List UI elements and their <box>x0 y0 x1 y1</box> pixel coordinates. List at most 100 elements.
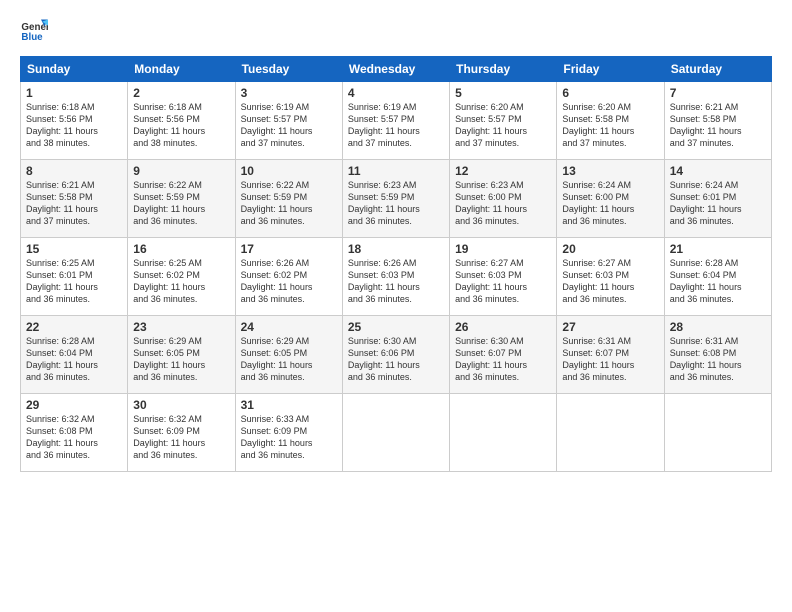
day-number: 29 <box>26 398 122 412</box>
day-number: 2 <box>133 86 229 100</box>
day-number: 5 <box>455 86 551 100</box>
calendar-cell: 14Sunrise: 6:24 AMSunset: 6:01 PMDayligh… <box>664 160 771 238</box>
cell-sunrise: Sunrise: 6:27 AMSunset: 6:03 PMDaylight:… <box>455 258 527 304</box>
calendar-cell: 7 Sunrise: 6:21 AMSunset: 5:58 PMDaylight… <box>664 82 771 160</box>
cell-sunrise: Sunrise: 6:25 AMSunset: 6:01 PMDaylight:… <box>26 258 98 304</box>
cell-sunrise: Sunrise: 6:26 AMSunset: 6:03 PMDaylight:… <box>348 258 420 304</box>
day-number: 26 <box>455 320 551 334</box>
cell-sunrise: Sunrise: 6:28 AMSunset: 6:04 PMDaylight:… <box>670 258 742 304</box>
cell-sunrise: Sunrise: 6:26 AMSunset: 6:02 PMDaylight:… <box>241 258 313 304</box>
calendar-day-header: Monday <box>128 57 235 82</box>
calendar-cell: 13 Sunrise: 6:24 AMSunset: 6:00 PMDayligh… <box>557 160 664 238</box>
cell-sunrise: Sunrise: 6:22 AMSunset: 5:59 PMDaylight:… <box>241 180 313 226</box>
day-number: 9 <box>133 164 229 178</box>
cell-sunrise: Sunrise: 6:24 AMSunset: 6:00 PMDaylight:… <box>562 180 634 226</box>
calendar-cell: 10 Sunrise: 6:22 AMSunset: 5:59 PMDayligh… <box>235 160 342 238</box>
calendar-cell <box>342 394 449 472</box>
cell-sunrise: Sunrise: 6:28 AMSunset: 6:04 PMDaylight:… <box>26 336 98 382</box>
cell-sunrise: Sunrise: 6:25 AMSunset: 6:02 PMDaylight:… <box>133 258 205 304</box>
calendar-cell: 23 Sunrise: 6:29 AMSunset: 6:05 PMDayligh… <box>128 316 235 394</box>
day-number: 16 <box>133 242 229 256</box>
cell-sunrise: Sunrise: 6:23 AMSunset: 6:00 PMDaylight:… <box>455 180 527 226</box>
calendar-week-row: 15 Sunrise: 6:25 AMSunset: 6:01 PMDayligh… <box>21 238 772 316</box>
calendar-cell: 29 Sunrise: 6:32 AMSunset: 6:08 PMDayligh… <box>21 394 128 472</box>
cell-sunrise: Sunrise: 6:19 AMSunset: 5:57 PMDaylight:… <box>348 102 420 148</box>
cell-sunrise: Sunrise: 6:21 AMSunset: 5:58 PMDaylight:… <box>26 180 98 226</box>
calendar-week-row: 22 Sunrise: 6:28 AMSunset: 6:04 PMDayligh… <box>21 316 772 394</box>
calendar-cell: 31 Sunrise: 6:33 AMSunset: 6:09 PMDayligh… <box>235 394 342 472</box>
calendar-cell: 21 Sunrise: 6:28 AMSunset: 6:04 PMDayligh… <box>664 238 771 316</box>
day-number: 22 <box>26 320 122 334</box>
calendar-week-row: 1 Sunrise: 6:18 AMSunset: 5:56 PMDaylight… <box>21 82 772 160</box>
calendar-cell <box>557 394 664 472</box>
day-number: 12 <box>455 164 551 178</box>
day-number: 7 <box>670 86 766 100</box>
calendar-cell: 5Sunrise: 6:20 AMSunset: 5:57 PMDaylight… <box>450 82 557 160</box>
calendar-table: SundayMondayTuesdayWednesdayThursdayFrid… <box>20 56 772 472</box>
calendar-cell: 11Sunrise: 6:23 AMSunset: 5:59 PMDayligh… <box>342 160 449 238</box>
day-number: 18 <box>348 242 444 256</box>
cell-sunrise: Sunrise: 6:32 AMSunset: 6:08 PMDaylight:… <box>26 414 98 460</box>
cell-sunrise: Sunrise: 6:21 AMSunset: 5:58 PMDaylight:… <box>670 102 742 148</box>
cell-sunrise: Sunrise: 6:22 AMSunset: 5:59 PMDaylight:… <box>133 180 205 226</box>
day-number: 28 <box>670 320 766 334</box>
calendar-cell: 26Sunrise: 6:30 AMSunset: 6:07 PMDayligh… <box>450 316 557 394</box>
day-number: 8 <box>26 164 122 178</box>
day-number: 13 <box>562 164 658 178</box>
calendar-cell: 3 Sunrise: 6:19 AMSunset: 5:57 PMDaylight… <box>235 82 342 160</box>
day-number: 27 <box>562 320 658 334</box>
calendar-cell: 8 Sunrise: 6:21 AMSunset: 5:58 PMDaylight… <box>21 160 128 238</box>
cell-sunrise: Sunrise: 6:27 AMSunset: 6:03 PMDaylight:… <box>562 258 634 304</box>
calendar-day-header: Saturday <box>664 57 771 82</box>
day-number: 3 <box>241 86 337 100</box>
calendar-header-row: SundayMondayTuesdayWednesdayThursdayFrid… <box>21 57 772 82</box>
logo: General Blue <box>20 16 52 44</box>
calendar-day-header: Sunday <box>21 57 128 82</box>
cell-sunrise: Sunrise: 6:18 AMSunset: 5:56 PMDaylight:… <box>133 102 205 148</box>
svg-text:Blue: Blue <box>21 32 43 43</box>
calendar-week-row: 29 Sunrise: 6:32 AMSunset: 6:08 PMDayligh… <box>21 394 772 472</box>
calendar-cell: 17 Sunrise: 6:26 AMSunset: 6:02 PMDayligh… <box>235 238 342 316</box>
day-number: 6 <box>562 86 658 100</box>
calendar-week-row: 8 Sunrise: 6:21 AMSunset: 5:58 PMDaylight… <box>21 160 772 238</box>
day-number: 24 <box>241 320 337 334</box>
cell-sunrise: Sunrise: 6:19 AMSunset: 5:57 PMDaylight:… <box>241 102 313 148</box>
calendar-day-header: Tuesday <box>235 57 342 82</box>
calendar-cell: 18 Sunrise: 6:26 AMSunset: 6:03 PMDayligh… <box>342 238 449 316</box>
calendar-cell: 28 Sunrise: 6:31 AMSunset: 6:08 PMDayligh… <box>664 316 771 394</box>
calendar-cell: 30Sunrise: 6:32 AMSunset: 6:09 PMDayligh… <box>128 394 235 472</box>
day-number: 17 <box>241 242 337 256</box>
day-number: 1 <box>26 86 122 100</box>
cell-sunrise: Sunrise: 6:33 AMSunset: 6:09 PMDaylight:… <box>241 414 313 460</box>
calendar-cell: 20 Sunrise: 6:27 AMSunset: 6:03 PMDayligh… <box>557 238 664 316</box>
calendar-day-header: Thursday <box>450 57 557 82</box>
calendar-cell: 12 Sunrise: 6:23 AMSunset: 6:00 PMDayligh… <box>450 160 557 238</box>
calendar-cell: 27Sunrise: 6:31 AMSunset: 6:07 PMDayligh… <box>557 316 664 394</box>
calendar-cell: 16 Sunrise: 6:25 AMSunset: 6:02 PMDayligh… <box>128 238 235 316</box>
day-number: 20 <box>562 242 658 256</box>
calendar-cell: 1Sunrise: 6:18 AMSunset: 5:56 PMDaylight… <box>21 82 128 160</box>
calendar-day-header: Friday <box>557 57 664 82</box>
calendar-cell: 6 Sunrise: 6:20 AMSunset: 5:58 PMDaylight… <box>557 82 664 160</box>
day-number: 21 <box>670 242 766 256</box>
cell-sunrise: Sunrise: 6:20 AMSunset: 5:58 PMDaylight:… <box>562 102 634 148</box>
calendar-cell <box>450 394 557 472</box>
cell-sunrise: Sunrise: 6:32 AMSunset: 6:09 PMDaylight:… <box>133 414 205 460</box>
page-header: General Blue <box>20 16 772 44</box>
day-number: 31 <box>241 398 337 412</box>
day-number: 11 <box>348 164 444 178</box>
calendar-cell: 19Sunrise: 6:27 AMSunset: 6:03 PMDayligh… <box>450 238 557 316</box>
calendar-cell: 24Sunrise: 6:29 AMSunset: 6:05 PMDayligh… <box>235 316 342 394</box>
cell-sunrise: Sunrise: 6:24 AMSunset: 6:01 PMDaylight:… <box>670 180 742 226</box>
calendar-cell: 22 Sunrise: 6:28 AMSunset: 6:04 PMDayligh… <box>21 316 128 394</box>
calendar-cell: 15 Sunrise: 6:25 AMSunset: 6:01 PMDayligh… <box>21 238 128 316</box>
day-number: 10 <box>241 164 337 178</box>
day-number: 23 <box>133 320 229 334</box>
calendar-cell <box>664 394 771 472</box>
cell-sunrise: Sunrise: 6:31 AMSunset: 6:08 PMDaylight:… <box>670 336 742 382</box>
calendar-cell: 25Sunrise: 6:30 AMSunset: 6:06 PMDayligh… <box>342 316 449 394</box>
calendar-cell: 2 Sunrise: 6:18 AMSunset: 5:56 PMDaylight… <box>128 82 235 160</box>
cell-sunrise: Sunrise: 6:30 AMSunset: 6:06 PMDaylight:… <box>348 336 420 382</box>
day-number: 15 <box>26 242 122 256</box>
cell-sunrise: Sunrise: 6:29 AMSunset: 6:05 PMDaylight:… <box>133 336 205 382</box>
